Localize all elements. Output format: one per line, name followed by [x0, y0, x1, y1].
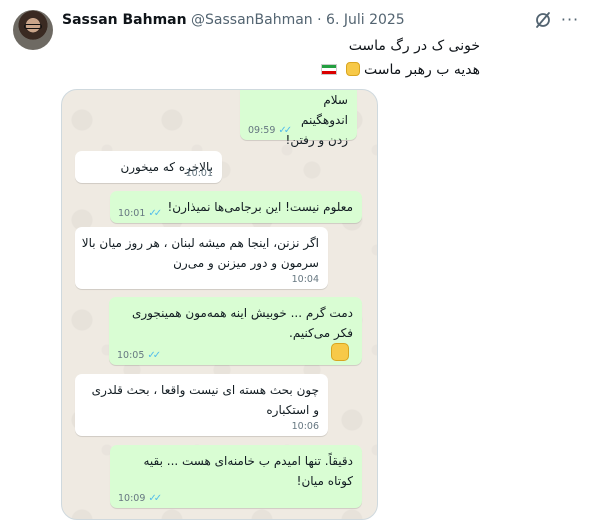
more-icon[interactable]: ··· [560, 10, 580, 30]
chat-message-6: چون بحث هسته ای نیست واقعا ، بحث قلدری و… [75, 374, 328, 436]
chat-message-5: دمت گرم ... خوبیش اینه همه‌مون همینجوری … [109, 297, 362, 365]
read-ticks-icon: ✓✓ [148, 493, 162, 504]
chat-message-4-line-1: اگر نزنن، اینجا هم میشه لبنان ، هر روز م… [81, 236, 319, 250]
message-time: 09:59 [248, 125, 276, 136]
chat-message-7: دقیقاً. تنها امیدم ب خامنه‌ای هست ... بق… [110, 445, 362, 508]
chat-screenshot[interactable]: سلام اندوهگینم زدن و رفتن! 09:59 ✓✓ بالاخ… [61, 89, 378, 520]
chat-message-3-meta: 10:01 ✓✓ [118, 208, 162, 219]
author-handle[interactable]: @SassanBahman [191, 12, 313, 28]
iran-flag-icon [321, 64, 338, 75]
avatar[interactable] [13, 10, 53, 50]
chat-message-1-line-1: سلام [323, 93, 348, 107]
header-separator: · [317, 12, 322, 28]
message-time: 10:09 [118, 493, 146, 504]
message-time: 10:05 [117, 350, 145, 361]
chat-message-6-line-1: چون بحث هسته ای نیست واقعا ، بحث قلدری [91, 383, 319, 397]
grok-icon[interactable] [534, 11, 552, 29]
chat-message-6-line-2: و استکباره [266, 403, 319, 417]
chat-message-1: سلام اندوهگینم زدن و رفتن! 09:59 ✓✓ [240, 90, 357, 147]
fist-emoji-icon [331, 343, 349, 361]
chat-message-5-line-2: فکر می‌کنیم. [289, 326, 353, 340]
tweet-text: خونی ک در رگ ماست هدیه ب رهبر ماست [321, 34, 480, 82]
chat-message-6-meta: 10:06 [292, 421, 319, 432]
author-name[interactable]: Sassan Bahman [62, 12, 187, 28]
tweet-date[interactable]: 6. Juli 2025 [326, 12, 405, 28]
chat-message-3: معلوم نیست! این برجامی‌ها نمیذارن! 10:01… [110, 191, 362, 223]
read-ticks-icon: ✓✓ [148, 208, 162, 219]
message-time: 10:01 [185, 168, 213, 179]
chat-message-2-meta: 10:01 [186, 168, 213, 179]
chat-message-4-line-2: سرمون و دور میزنن و می‌رن [173, 256, 319, 270]
read-ticks-icon: ✓✓ [147, 350, 161, 361]
tweet-line-2-row: هدیه ب رهبر ماست [321, 58, 480, 82]
chat-message-5-line-1: دمت گرم ... خوبیش اینه همه‌مون همینجوری [131, 306, 353, 320]
tweet-header: Sassan Bahman @SassanBahman · 6. Juli 20… [62, 10, 405, 30]
chat-message-1-meta: 09:59 ✓✓ [248, 125, 292, 136]
message-time: 10:01 [118, 208, 146, 219]
read-ticks-icon: ✓✓ [278, 125, 292, 136]
message-time: 10:06 [291, 421, 319, 432]
tweet-line-1: خونی ک در رگ ماست [348, 38, 480, 54]
tweet-line-2: هدیه ب رهبر ماست [364, 62, 480, 78]
message-time: 10:04 [291, 274, 319, 285]
avatar-glasses [24, 24, 42, 29]
chat-message-7-line-1: دقیقاً. تنها امیدم ب خامنه‌ای هست ... بق… [143, 454, 353, 468]
chat-message-2: بالاخره که میخورن 10:01 [75, 151, 222, 183]
chat-message-5-meta: 10:05 ✓✓ [117, 350, 161, 361]
chat-message-7-line-2: کوتاه میان! [296, 474, 353, 488]
chat-message-4: اگر نزنن، اینجا هم میشه لبنان ، هر روز م… [75, 227, 328, 289]
chat-message-7-meta: 10:09 ✓✓ [118, 493, 162, 504]
fist-emoji-icon [345, 62, 360, 76]
chat-message-4-meta: 10:04 [292, 274, 319, 285]
